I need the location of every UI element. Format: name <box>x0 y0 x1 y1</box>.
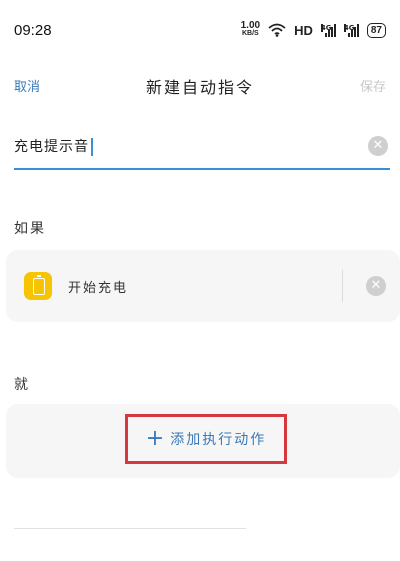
status-icons: 1.00 KB/S HD 4G 4G 87 <box>240 20 386 38</box>
hd-voice-indicator: HD <box>294 22 313 38</box>
plus-icon: + <box>145 426 165 451</box>
battery-indicator: 87 <box>366 22 386 38</box>
action-section-label: 就 <box>14 377 30 393</box>
command-name-value: 充电提示音 <box>14 139 89 155</box>
status-time: 09:28 <box>14 21 52 39</box>
battery-charging-icon <box>24 272 52 300</box>
network-speed: 1.00 KB/S <box>240 20 261 38</box>
divider <box>342 270 343 302</box>
add-action-button[interactable]: + 添加执行动作 <box>125 414 287 464</box>
network-speed-value: 1.00 <box>240 20 261 31</box>
save-button[interactable]: 保存 <box>360 76 386 95</box>
command-name-input[interactable]: 充电提示音 <box>14 136 93 156</box>
signal-icon: 4G <box>320 23 336 37</box>
divider-bottom <box>14 528 246 529</box>
network-speed-unit: KB/S <box>241 30 259 37</box>
action-card: + 添加执行动作 <box>6 404 400 478</box>
condition-card[interactable]: 开始充电 ✕ <box>6 250 400 322</box>
wifi-icon <box>268 23 286 37</box>
condition-section-label: 如果 <box>14 221 46 237</box>
clear-input-icon[interactable]: ✕ <box>368 136 388 156</box>
cancel-button[interactable]: 取消 <box>14 76 40 95</box>
condition-label: 开始充电 <box>68 281 129 296</box>
command-name-field[interactable]: 充电提示音 ✕ <box>14 128 390 170</box>
remove-condition-icon[interactable]: ✕ <box>366 276 386 296</box>
title-bar: 新建自动指令 取消 保存 <box>0 70 400 104</box>
signal-icon-secondary: 4G <box>343 23 359 37</box>
page-title: 新建自动指令 <box>145 78 254 97</box>
text-caret <box>91 138 93 156</box>
add-action-label: 添加执行动作 <box>170 432 267 448</box>
status-bar: 09:28 1.00 KB/S HD 4G 4G 87 <box>0 0 400 60</box>
